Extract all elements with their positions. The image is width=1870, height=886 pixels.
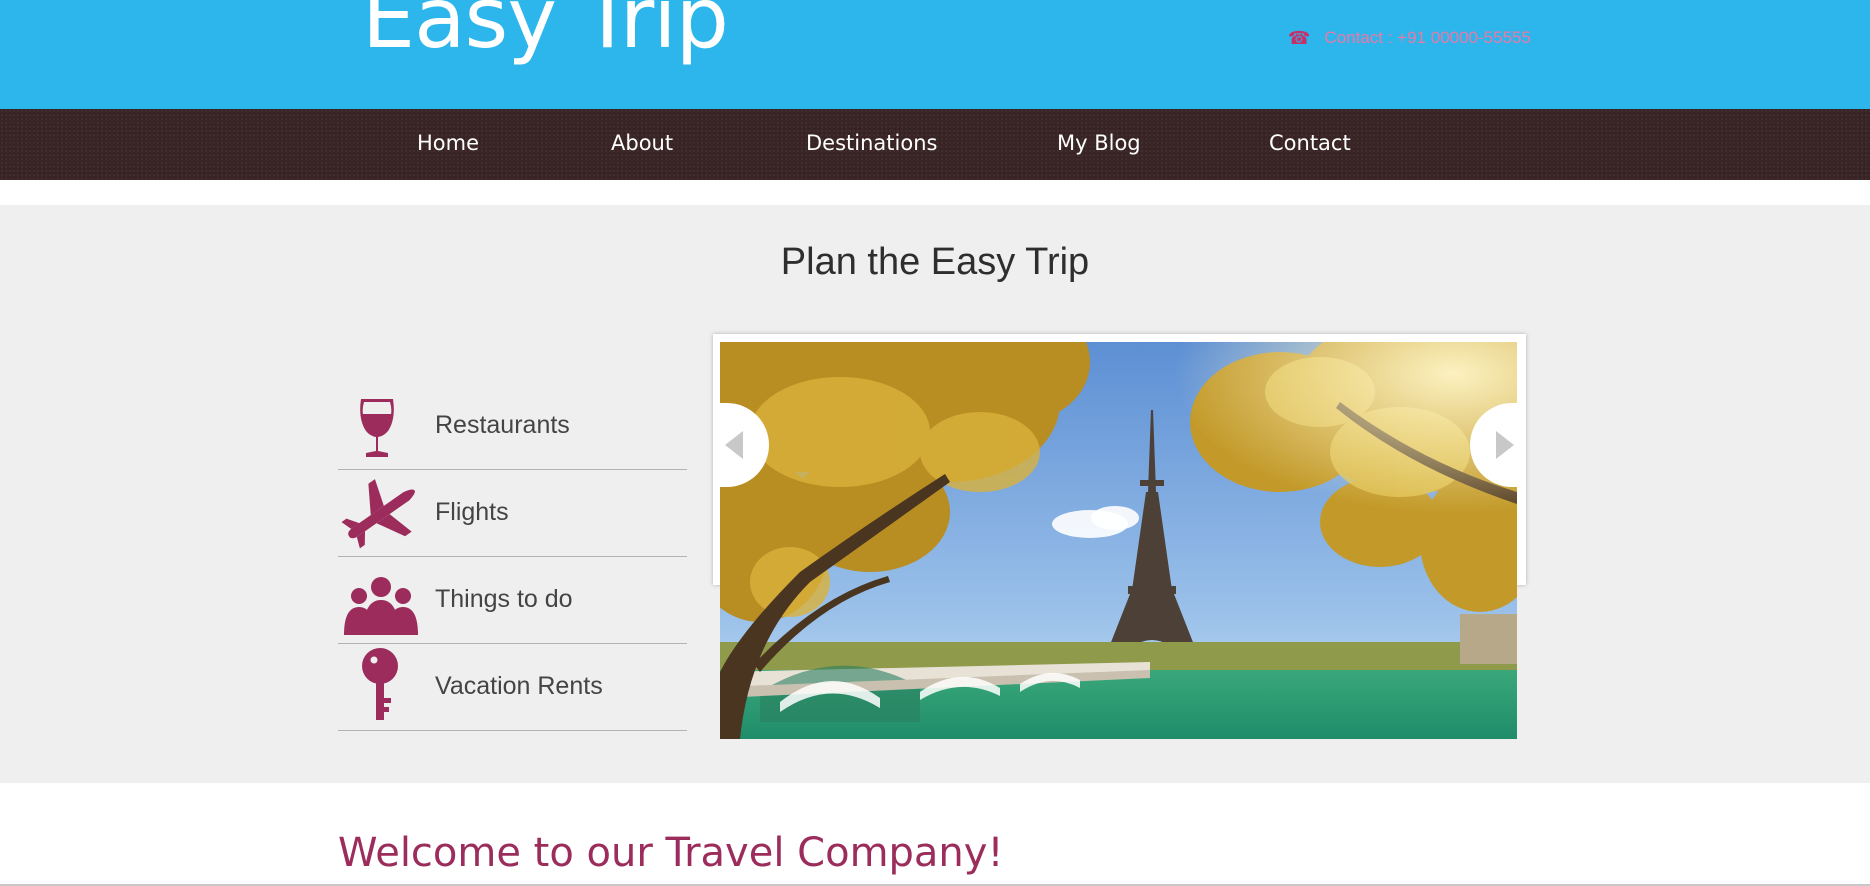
arrow-left-icon [725, 431, 743, 459]
menu-label-vacation-rents: Vacation Rents [435, 672, 603, 700]
plan-title: Plan the Easy Trip [780, 241, 1090, 283]
header-bar: Easy Trip ☎ Contact : +91 00000-55555 [0, 0, 1870, 109]
menu-label-restaurants: Restaurants [435, 411, 570, 439]
contact-info: ☎ Contact : +91 00000-55555 [1288, 28, 1531, 48]
plan-section: Plan the Easy Trip Restaurants Flights T… [0, 205, 1870, 783]
menu-item-things-to-do[interactable]: Things to do [338, 557, 687, 644]
menu-item-vacation-rents[interactable]: Vacation Rents [338, 644, 687, 731]
logo[interactable]: Easy Trip [362, 0, 729, 60]
menu-label-flights: Flights [435, 498, 509, 526]
airplane-icon [338, 474, 424, 552]
wine-glass-icon [338, 387, 424, 465]
people-icon [338, 561, 424, 639]
nav-home[interactable]: Home [417, 131, 479, 155]
nav-my-blog[interactable]: My Blog [1057, 131, 1141, 155]
welcome-heading: Welcome to our Travel Company! [338, 830, 1004, 876]
menu-item-flights[interactable]: Flights [338, 470, 687, 557]
key-icon [338, 648, 424, 726]
nav-contact[interactable]: Contact [1269, 131, 1351, 155]
eiffel-tower-photo [720, 342, 1517, 739]
phone-icon: ☎ [1288, 28, 1311, 48]
nav-about[interactable]: About [611, 131, 673, 155]
main-nav: Home About Destinations My Blog Contact [0, 109, 1870, 180]
arrow-right-icon [1496, 431, 1514, 459]
menu-item-restaurants[interactable]: Restaurants [338, 383, 687, 470]
menu-label-things-to-do: Things to do [435, 585, 573, 613]
nav-destinations[interactable]: Destinations [806, 131, 937, 155]
contact-text: Contact : +91 00000-55555 [1324, 28, 1531, 47]
